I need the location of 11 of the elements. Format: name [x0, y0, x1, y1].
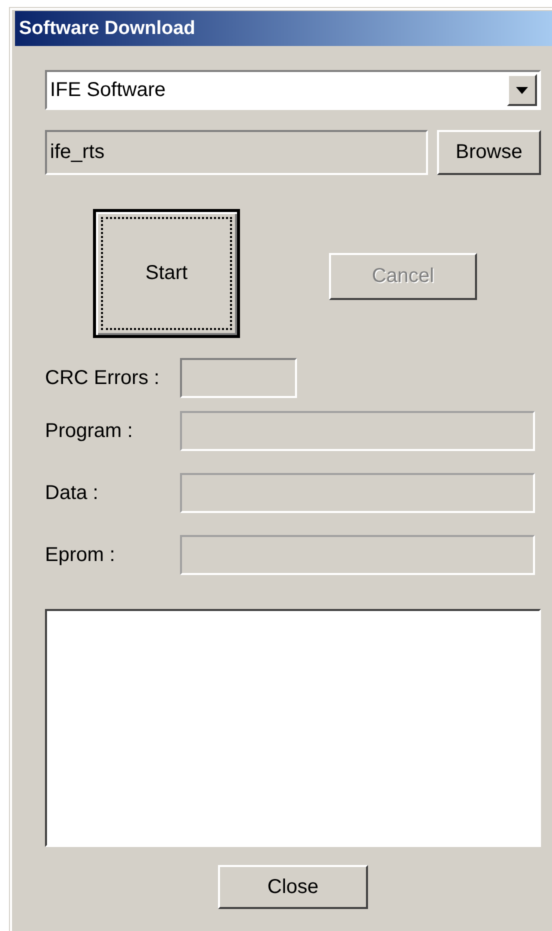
status-field[interactable] [180, 358, 297, 398]
close-button[interactable]: Close [218, 865, 368, 909]
window-title: Software Download [19, 18, 196, 40]
field-label: Eprom : [45, 544, 116, 566]
field-label: CRC Errors : [45, 366, 160, 390]
start-button[interactable]: Start [93, 209, 240, 338]
software-dropdown[interactable]: IFE Software [45, 70, 541, 110]
field-label: Program : [45, 420, 134, 442]
browse-button[interactable]: Browse [437, 130, 541, 175]
field-label: Data : [45, 482, 100, 504]
file-field[interactable]: ife_rts [45, 130, 428, 175]
